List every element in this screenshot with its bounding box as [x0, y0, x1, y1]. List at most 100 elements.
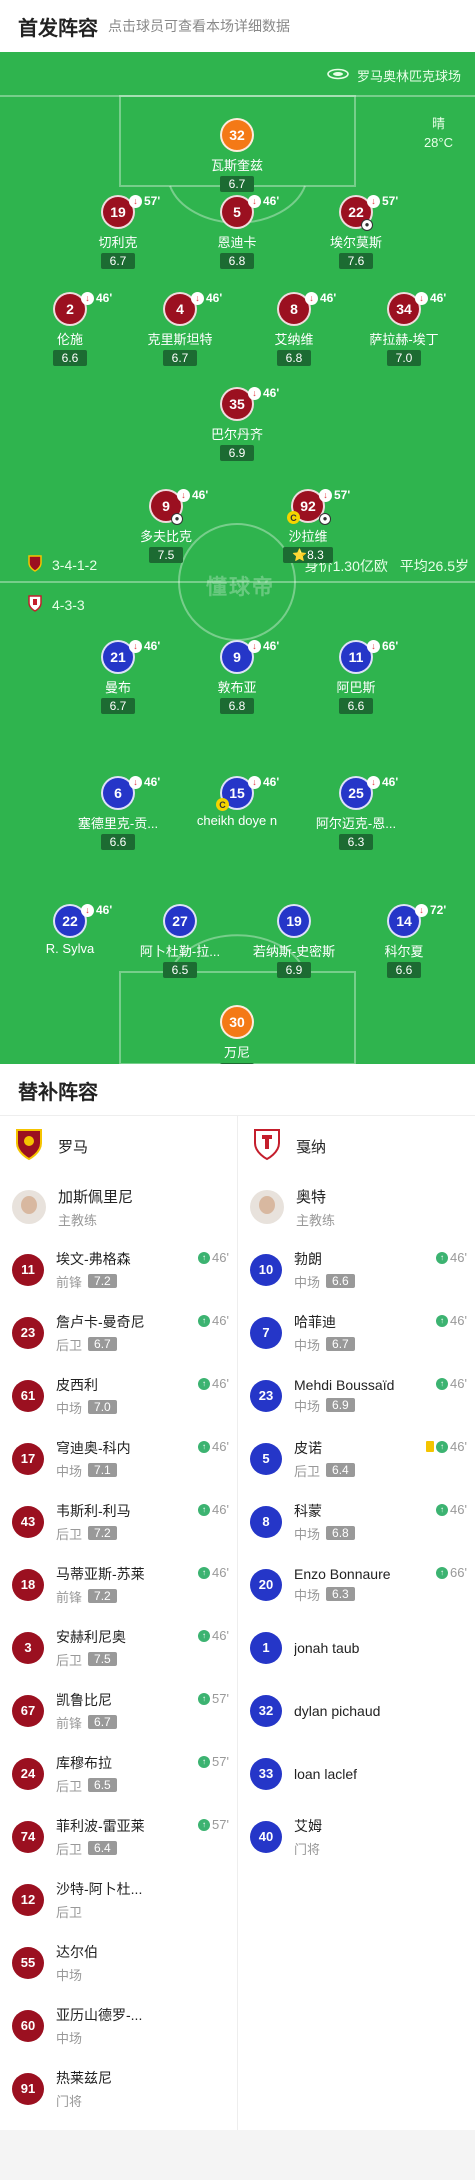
sub-indicator: ↓ 46': [177, 488, 208, 502]
player-home-8[interactable]: 35 ↓ 46' 巴尔丹齐 6.9: [182, 386, 292, 462]
sub-icon: ↑: [198, 1692, 211, 1705]
jersey-number: 19 ↓ 57': [101, 194, 160, 229]
away-team-head[interactable]: 戛纳: [238, 1116, 475, 1176]
player-rating: 6.6: [386, 962, 422, 978]
sub-player-info: jonah taub: [294, 1640, 359, 1656]
goal-ball-icon: ●: [319, 513, 331, 525]
jersey-number-text: 6: [114, 785, 122, 801]
sub-player-info: 菲利波-雷亚莱 后卫 6.4: [56, 1816, 145, 1858]
sub-indicator: ↓ 46': [191, 291, 222, 305]
rating-value: 6.7: [228, 177, 246, 191]
player-name: 热莱兹尼: [56, 2069, 112, 2086]
player-away-6[interactable]: 22 ↓ 46' R. Sylva: [15, 903, 125, 956]
sub-player-info: 马蒂亚斯-苏莱 前锋 7.2: [56, 1564, 145, 1606]
home-team-head[interactable]: 罗马: [0, 1116, 237, 1176]
sub-player-row[interactable]: 23 Mehdi Boussaïd 中场 6.9 ↑ 46': [238, 1364, 475, 1427]
player-home-0[interactable]: 32 瓦斯奎兹 6.7: [182, 118, 292, 193]
sub-player-row[interactable]: 11 埃文-弗格森 前锋 7.2 ↑ 46': [0, 1238, 237, 1301]
home-coach[interactable]: 加斯佩里尼 主教练: [0, 1176, 237, 1238]
sub-player-row[interactable]: 3 安赫利尼奥 后卫 7.5 ↑ 46': [0, 1616, 237, 1679]
player-home-2[interactable]: 5 ↓ 46' 恩迪卡 6.8: [182, 194, 292, 270]
player-meta: 前锋 7.2: [56, 1272, 131, 1291]
sub-icon: ↑: [198, 1755, 211, 1768]
player-rating: ⭐8.3: [283, 547, 333, 563]
player-away-1[interactable]: 9 ↓ 46' 敦布亚 6.8: [182, 639, 292, 715]
sub-player-row[interactable]: 10 勃朗 中场 6.6 ↑ 46': [238, 1238, 475, 1301]
player-home-5[interactable]: 4 ↓ 46' 克里斯坦特 6.7: [125, 291, 235, 367]
sub-player-row[interactable]: 7 哈菲迪 中场 6.7 ↑ 46': [238, 1301, 475, 1364]
player-position: 后卫: [294, 1463, 321, 1479]
sub-minute: 57': [382, 194, 399, 208]
rating-value: 7.5: [157, 548, 175, 562]
sub-player-row[interactable]: 60 亚历山德罗-... 中场: [0, 1994, 237, 2057]
sub-player-row[interactable]: 8 科蒙 中场 6.8 ↑ 46': [238, 1490, 475, 1553]
sub-player-row[interactable]: 55 达尔伯 中场: [0, 1931, 237, 1994]
sub-player-info: 达尔伯 中场: [56, 1942, 98, 1984]
jersey-number: 22 ↓ 57' ●: [339, 194, 398, 231]
sub-player-row[interactable]: 24 库穆布拉 后卫 6.5 ↑ 57': [0, 1742, 237, 1805]
sub-icon: ↑: [198, 1377, 211, 1390]
sub-player-row[interactable]: 12 沙特-阿卜杜... 后卫: [0, 1868, 237, 1931]
sub-player-row[interactable]: 32 dylan pichaud: [238, 1679, 475, 1742]
captain-icon: C: [287, 511, 300, 524]
sub-icon: ↓: [177, 488, 190, 502]
player-rating: 6.6: [52, 350, 88, 366]
sub-player-row[interactable]: 91 热莱兹尼 门将: [0, 2057, 237, 2120]
sub-player-row[interactable]: 74 菲利波-雷亚莱 后卫 6.4 ↑ 57': [0, 1805, 237, 1868]
jersey-number: 55: [12, 1946, 44, 1979]
sub-player-row[interactable]: 17 穹迪奥-科内 中场 7.1 ↑ 46': [0, 1427, 237, 1490]
player-home-1[interactable]: 19 ↓ 57' 切利克 6.7: [63, 194, 173, 270]
away-coach[interactable]: 奥特 主教练: [238, 1176, 475, 1238]
player-away-2[interactable]: 11 ↓ 66' 阿巴斯 6.6: [301, 639, 411, 715]
sub-player-row[interactable]: 5 皮诺 后卫 6.4 ↑ 46': [238, 1427, 475, 1490]
player-away-7[interactable]: 27 阿卜杜勒-拉... 6.5: [125, 904, 235, 979]
sub-minute: 46': [450, 1313, 467, 1328]
player-name: 韦斯利-利马: [56, 1502, 131, 1519]
player-home-3[interactable]: 22 ↓ 57' ● 埃尔莫斯 7.6: [301, 194, 411, 270]
rating-value: 6.8: [285, 351, 303, 365]
sub-player-info: 凯鲁比尼 前锋 6.7: [56, 1690, 117, 1732]
player-meta: 后卫 7.2: [56, 1524, 131, 1543]
sub-event: ↑ 57': [198, 1754, 229, 1769]
sub-minute: 57': [212, 1691, 229, 1706]
player-home-7[interactable]: 34 ↓ 46' 萨拉赫-埃丁 7.0: [349, 291, 459, 367]
player-position: 中场: [56, 1400, 83, 1416]
player-away-10[interactable]: 30万尼6.5: [182, 1005, 292, 1064]
rating-value: 8.3: [307, 548, 324, 562]
player-away-9[interactable]: 14 ↓ 72' 科尔夏 6.6: [349, 903, 459, 979]
player-name: 达尔伯: [56, 1943, 98, 1960]
player-away-3[interactable]: 6 ↓ 46' 塞德里克-贡... 6.6: [63, 775, 173, 851]
sub-minute: 46': [212, 1376, 229, 1391]
sub-player-row[interactable]: 33 loan laclef: [238, 1742, 475, 1805]
stadium-name: 罗马奥林匹克球场: [356, 69, 461, 84]
player-home-6[interactable]: 8 ↓ 46' 艾纳维 6.8: [239, 291, 349, 367]
player-away-5[interactable]: 25 ↓ 46' 阿尔迈克-恩... 6.3: [301, 775, 411, 851]
sub-player-row[interactable]: 40 艾姆 门将: [238, 1805, 475, 1868]
player-name: jonah taub: [294, 1639, 360, 1656]
sub-minute: 46': [263, 386, 280, 400]
sub-player-info: Enzo Bonnaure 中场 6.3: [294, 1566, 391, 1604]
player-home-10[interactable]: 92 ↓ 57' C ● 沙拉维 ⭐8.3: [253, 488, 363, 564]
sub-event: ↑ 46': [198, 1439, 229, 1454]
sub-player-row[interactable]: 23 詹卢卡-曼奇尼 后卫 6.7 ↑ 46': [0, 1301, 237, 1364]
player-home-4[interactable]: 2 ↓ 46' 伦施 6.6: [15, 291, 125, 367]
sub-player-row[interactable]: 18 马蒂亚斯-苏莱 前锋 7.2 ↑ 46': [0, 1553, 237, 1616]
player-name: 科蒙: [294, 1502, 322, 1519]
sub-player-row[interactable]: 61 皮西利 中场 7.0 ↑ 46': [0, 1364, 237, 1427]
sub-player-row[interactable]: 67 凯鲁比尼 前锋 6.7 ↑ 57': [0, 1679, 237, 1742]
player-away-8[interactable]: 19 若纳斯-史密斯 6.9: [239, 904, 349, 979]
player-name: 马蒂亚斯-苏莱: [56, 1565, 145, 1582]
sub-player-row[interactable]: 43 韦斯利-利马 后卫 7.2 ↑ 46': [0, 1490, 237, 1553]
player-position: 门将: [294, 1841, 321, 1857]
player-meta: 中场 6.9: [294, 1396, 394, 1415]
sub-player-row[interactable]: 1 jonah taub: [238, 1616, 475, 1679]
sub-icon: ↑: [198, 1503, 211, 1516]
player-position: 前锋: [56, 1274, 83, 1290]
sub-icon: ↑: [436, 1566, 449, 1579]
player-meta: 后卫 6.4: [294, 1461, 355, 1480]
player-away-4[interactable]: 15 ↓ 46' Ccheikh doye n: [182, 775, 292, 828]
sub-player-row[interactable]: 20 Enzo Bonnaure 中场 6.3 ↑ 66': [238, 1553, 475, 1616]
player-away-0[interactable]: 21 ↓ 46' 曼布 6.7: [63, 639, 173, 715]
player-home-9[interactable]: 9 ↓ 46' ● 多夫比克 7.5: [111, 488, 221, 564]
rating-value: 6.9: [228, 446, 246, 460]
